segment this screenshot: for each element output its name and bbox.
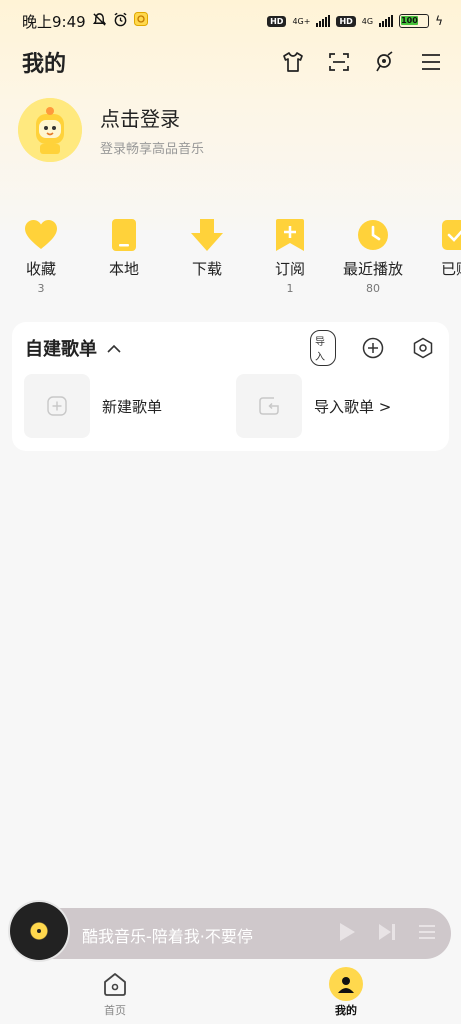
next-track-icon[interactable] (377, 922, 397, 946)
chevron-up-icon[interactable] (107, 339, 121, 358)
hd-badge: HD (267, 15, 287, 27)
bookmark-icon (249, 216, 331, 254)
status-time: 晚上9:49 (22, 12, 86, 31)
quick-label: 已购 (440, 260, 461, 278)
nav-me[interactable]: 我的 (306, 966, 386, 1018)
import-icon (259, 397, 279, 415)
clock-icon (332, 216, 414, 254)
charging-icon: ϟ (435, 14, 443, 28)
alarm-icon (113, 12, 128, 31)
new-playlist-item[interactable]: 新建歌单 (24, 374, 162, 438)
import-playlist-label: 导入歌单 > (314, 397, 392, 416)
network-type-1: 4G+ (292, 16, 311, 26)
quick-item-subscribe[interactable]: 订阅 1 (249, 216, 331, 296)
heart-icon (0, 216, 82, 254)
hd-badge-2: HD (336, 15, 356, 27)
plus-square-icon (47, 396, 67, 416)
quick-item-download[interactable]: 下载 (166, 216, 248, 296)
status-bar: 晚上9:49 HD 4G+ HD 4G 100 ϟ (0, 0, 461, 42)
battery-level: 100 (401, 16, 418, 25)
mic-icon[interactable] (373, 50, 397, 74)
phone-icon (83, 216, 165, 254)
scan-icon[interactable] (327, 50, 351, 74)
battery-icon: 100 (399, 14, 430, 28)
page-title: 我的 (22, 46, 281, 78)
app-notification-icon (133, 12, 148, 30)
quick-item-favorites[interactable]: 收藏 3 (0, 216, 82, 296)
page-header: 我的 (0, 42, 461, 82)
bottom-nav: 首页 我的 (0, 960, 461, 1024)
quick-count (83, 282, 165, 296)
login-subtitle: 登录畅享高品音乐 (100, 142, 205, 157)
playlist-section-title: 自建歌单 (25, 339, 97, 360)
quick-count (166, 282, 248, 296)
import-button[interactable]: 导入 (310, 330, 336, 366)
home-icon (75, 966, 155, 1002)
add-playlist-icon[interactable] (360, 335, 386, 361)
quick-item-purchased[interactable]: 已购 (415, 216, 461, 296)
import-badge-label: 导入 (310, 330, 336, 366)
settings-hexagon-icon[interactable] (410, 335, 436, 361)
quick-item-recent[interactable]: 最近播放 80 (332, 216, 414, 296)
mute-bell-icon (92, 12, 107, 31)
new-playlist-thumb (24, 374, 90, 438)
check-icon (415, 216, 461, 254)
user-icon (329, 967, 363, 1001)
quick-count: 80 (366, 282, 380, 295)
quick-item-local[interactable]: 本地 (83, 216, 165, 296)
playlist-card: 自建歌单 导入 新建歌单 导入歌单 > (12, 322, 449, 451)
menu-icon[interactable] (419, 50, 443, 74)
signal-icon (316, 15, 331, 27)
quick-count: 3 (37, 282, 45, 295)
login-profile[interactable]: 点击登录 登录畅享高品音乐 (18, 98, 204, 162)
shirt-icon[interactable] (281, 50, 305, 74)
quick-label: 收藏 (25, 260, 56, 278)
nav-home[interactable]: 首页 (75, 966, 155, 1018)
page-title-text: 我的 (22, 52, 67, 77)
quick-label: 最近播放 (342, 260, 403, 278)
quick-label: 本地 (108, 260, 139, 278)
signal-icon-2 (379, 15, 394, 27)
quick-count: 1 (286, 282, 294, 295)
nav-home-label: 首页 (104, 1004, 126, 1017)
login-title[interactable]: 点击登录 (100, 103, 204, 132)
import-playlist-item[interactable]: 导入歌单 > (236, 374, 391, 438)
playlist-queue-icon[interactable] (417, 922, 437, 946)
now-playing-text[interactable]: 酷我音乐-陪着我·不要停 (82, 923, 253, 947)
quick-label: 下载 (191, 260, 222, 278)
quick-count (415, 282, 461, 296)
import-playlist-thumb (236, 374, 302, 438)
album-disc-icon[interactable] (10, 902, 68, 960)
avatar[interactable] (18, 98, 82, 162)
quick-label: 订阅 (274, 260, 305, 278)
quick-links: 收藏 3 本地 下载 订阅 1 最近播放 80 已购 (0, 216, 461, 306)
nav-me-label: 我的 (335, 1004, 357, 1017)
new-playlist-label: 新建歌单 (102, 397, 163, 416)
mini-player[interactable]: 酷我音乐-陪着我·不要停 (10, 902, 451, 960)
download-icon (166, 216, 248, 254)
network-type-2: 4G (361, 16, 374, 26)
play-icon[interactable] (337, 921, 357, 947)
